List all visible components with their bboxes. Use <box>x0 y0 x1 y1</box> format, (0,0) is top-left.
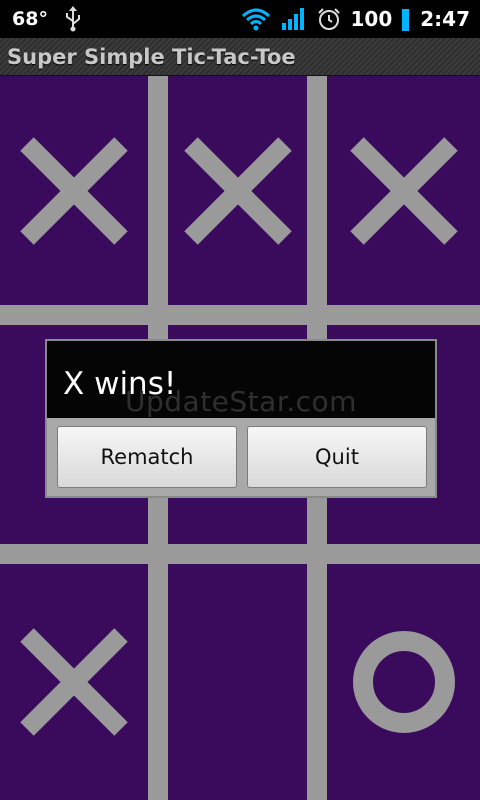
temperature-text: 68° <box>12 8 48 30</box>
x-mark <box>183 136 292 245</box>
x-mark <box>349 136 458 245</box>
battery-icon <box>402 7 410 31</box>
board-cell-9[interactable]: O <box>327 564 480 800</box>
app-title: Super Simple Tic-Tac-Toe <box>7 45 296 69</box>
board-cell-3[interactable]: X <box>327 76 480 305</box>
board-cell-1[interactable]: X <box>0 76 148 305</box>
signal-icon <box>281 7 307 31</box>
clock-text: 2:47 <box>420 7 470 31</box>
watermark-text: UpdateStar.com <box>125 385 357 418</box>
game-over-dialog: X wins! UpdateStar.com Rematch Quit <box>45 339 437 498</box>
board-cell-7[interactable]: X <box>0 564 148 800</box>
rematch-button[interactable]: Rematch <box>57 426 237 488</box>
app-title-bar: Super Simple Tic-Tac-Toe <box>0 38 480 76</box>
alarm-icon <box>317 7 341 31</box>
wifi-icon <box>241 7 271 31</box>
o-mark <box>352 631 455 733</box>
status-bar: 68° 100 2:47 <box>0 0 480 38</box>
usb-icon <box>64 6 82 32</box>
o-mark-ring <box>352 631 455 733</box>
battery-level-text: 100 <box>350 7 393 31</box>
grid-line-horizontal-1 <box>0 305 480 325</box>
dialog-button-row: Rematch Quit <box>47 418 435 496</box>
board-cell-8[interactable] <box>168 564 307 800</box>
quit-button[interactable]: Quit <box>247 426 427 488</box>
grid-line-horizontal-2 <box>0 544 480 564</box>
x-mark <box>20 628 128 736</box>
board-cell-2[interactable]: X <box>168 76 307 305</box>
x-mark <box>20 136 128 245</box>
dialog-header: X wins! UpdateStar.com <box>47 341 435 418</box>
